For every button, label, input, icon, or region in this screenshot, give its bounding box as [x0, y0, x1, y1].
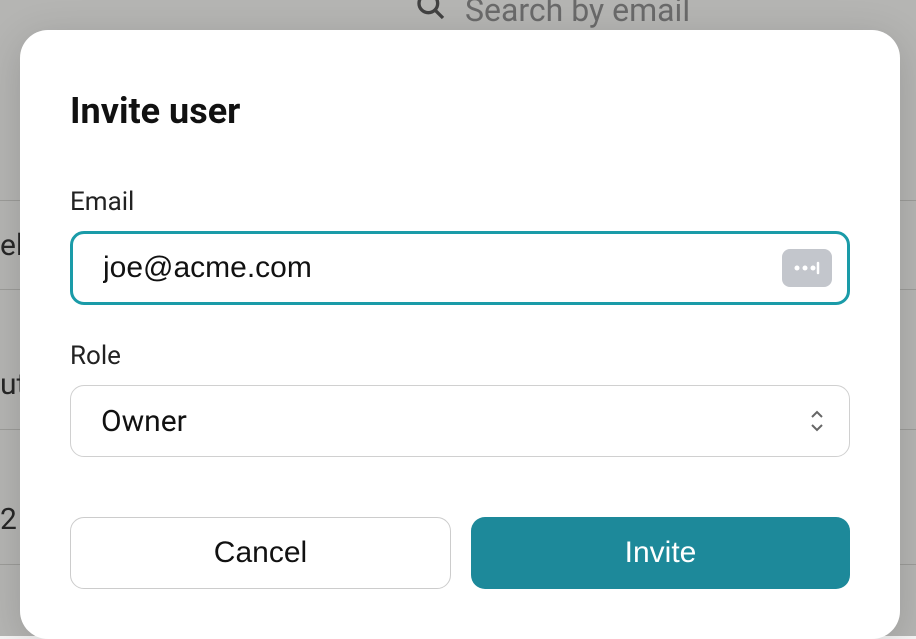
- role-field-group: Role Owner: [70, 341, 850, 457]
- cancel-button[interactable]: Cancel: [70, 517, 451, 589]
- invite-user-modal: Invite user Email Role Owner: [20, 30, 900, 639]
- modal-title: Invite user: [70, 90, 850, 132]
- autofill-icon[interactable]: [782, 249, 832, 287]
- email-field-group: Email: [70, 187, 850, 305]
- role-selected-value: Owner: [101, 404, 187, 439]
- email-input-wrapper: [70, 231, 850, 305]
- email-label: Email: [70, 187, 850, 217]
- chevron-up-down-icon: [809, 410, 825, 432]
- email-input[interactable]: [70, 231, 850, 305]
- invite-button[interactable]: Invite: [471, 517, 850, 589]
- role-select[interactable]: Owner: [70, 385, 850, 457]
- role-label: Role: [70, 341, 850, 371]
- modal-button-row: Cancel Invite: [70, 517, 850, 589]
